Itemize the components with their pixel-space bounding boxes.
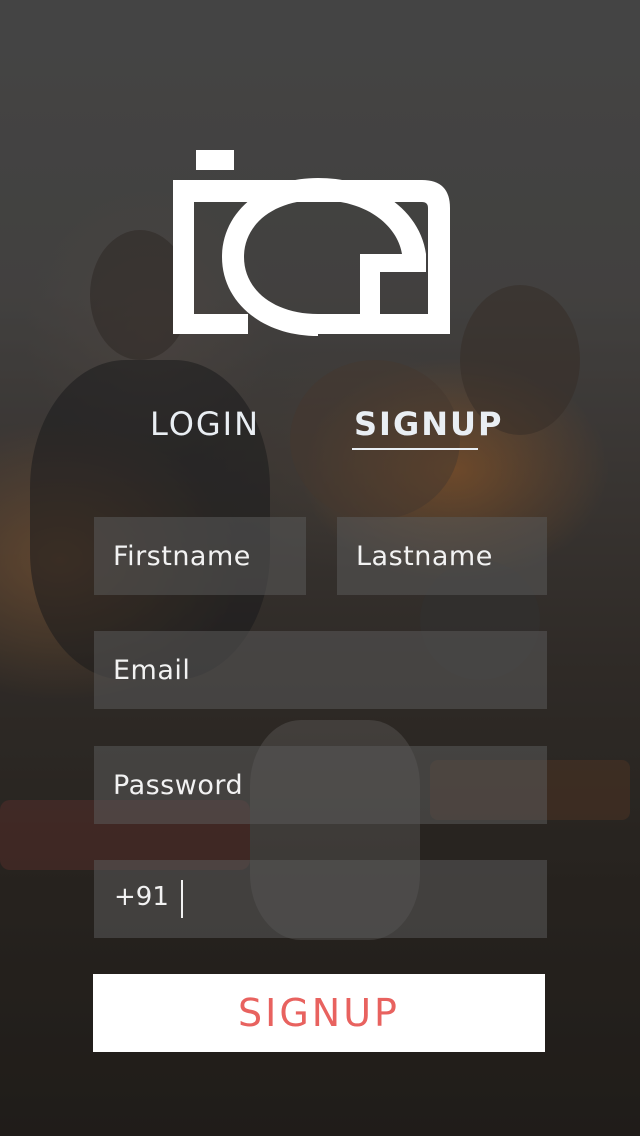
password-field[interactable] bbox=[94, 746, 547, 824]
lastname-field[interactable] bbox=[337, 517, 547, 595]
firstname-field[interactable] bbox=[94, 517, 306, 595]
signup-button[interactable]: SIGNUP bbox=[93, 974, 545, 1052]
email-field-container bbox=[94, 631, 547, 709]
password-field-container bbox=[94, 746, 547, 824]
phone-field-container: +91 bbox=[94, 860, 547, 938]
tab-signup[interactable]: SIGNUP bbox=[354, 405, 503, 443]
email-field[interactable] bbox=[94, 631, 547, 709]
country-code-prefix[interactable]: +91 bbox=[114, 882, 169, 912]
camera-logo-icon bbox=[170, 150, 452, 336]
tab-login[interactable]: LOGIN bbox=[150, 405, 260, 443]
firstname-field-container bbox=[94, 517, 306, 595]
auth-tabs: LOGIN SIGNUP bbox=[0, 405, 640, 455]
phone-divider bbox=[181, 880, 183, 918]
active-tab-indicator bbox=[352, 448, 478, 450]
phone-field[interactable] bbox=[189, 860, 539, 938]
lastname-field-container bbox=[337, 517, 547, 595]
